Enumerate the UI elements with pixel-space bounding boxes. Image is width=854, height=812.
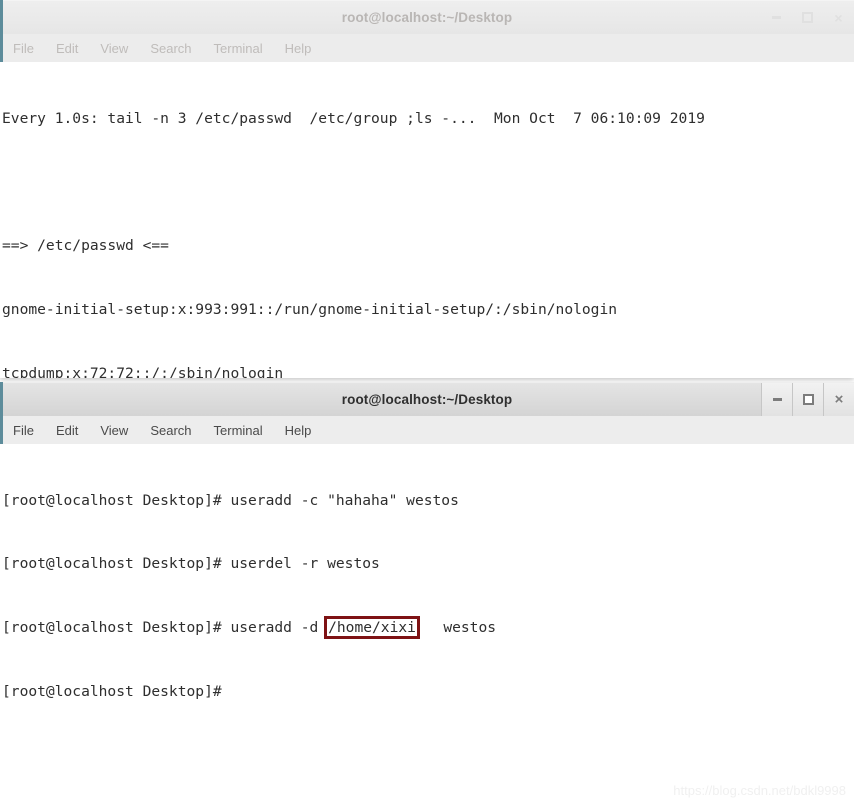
menu-item-edit[interactable]: Edit — [56, 423, 78, 438]
minimize-icon — [772, 397, 782, 401]
menu-item-help[interactable]: Help — [285, 41, 312, 56]
close-button-top[interactable]: × — [823, 1, 854, 34]
menu-item-file[interactable]: File — [13, 423, 34, 438]
terminal-output-bottom[interactable]: [root@localhost Desktop]# useradd -c "ha… — [0, 444, 854, 812]
window-controls-bottom: × — [761, 383, 854, 416]
maximize-icon — [802, 393, 814, 405]
menubar-bottom: File Edit View Search Terminal Help — [0, 416, 854, 444]
menu-item-edit[interactable]: Edit — [56, 41, 78, 56]
highlight-box-home-path: /home/xixi — [324, 616, 420, 640]
terminal-line: tcpdump:x:72:72::/:/sbin/nologin — [2, 365, 284, 378]
menu-item-help[interactable]: Help — [285, 423, 312, 438]
terminal-line: gnome-initial-setup:x:993:991::/run/gnom… — [2, 301, 618, 319]
maximize-button-top[interactable] — [792, 1, 823, 34]
menu-item-view[interactable]: View — [100, 423, 128, 438]
window-controls-top: × — [761, 1, 854, 34]
titlebar-bottom[interactable]: root@localhost:~/Desktop × — [0, 382, 854, 416]
menu-item-search[interactable]: Search — [150, 41, 191, 56]
terminal-line-prompt: [root@localhost Desktop]# — [2, 683, 222, 701]
terminal-line: Every 1.0s: tail -n 3 /etc/passwd /etc/g… — [2, 109, 705, 127]
minimize-icon — [772, 16, 781, 19]
menu-item-terminal[interactable]: Terminal — [214, 41, 263, 56]
terminal-line: [root@localhost Desktop]# useradd -c "ha… — [2, 491, 459, 509]
terminal-window-top[interactable]: root@localhost:~/Desktop × File Edit Vie… — [0, 0, 854, 378]
terminal-output-top[interactable]: Every 1.0s: tail -n 3 /etc/passwd /etc/g… — [0, 62, 854, 378]
minimize-button-bottom[interactable] — [761, 383, 792, 416]
terminal-window-bottom[interactable]: root@localhost:~/Desktop × File Edit Vie… — [0, 382, 854, 812]
maximize-button-bottom[interactable] — [792, 383, 823, 416]
line-prefix: [root@localhost Desktop]# useradd -d — [2, 619, 328, 637]
window-title-top: root@localhost:~/Desktop — [341, 10, 513, 25]
terminal-line: [root@localhost Desktop]# userdel -r wes… — [2, 555, 380, 573]
window-title-bottom: root@localhost:~/Desktop — [341, 392, 513, 407]
minimize-button-top[interactable] — [761, 1, 792, 34]
terminal-line-highlighted: [root@localhost Desktop]# useradd -d /ho… — [2, 616, 854, 640]
menu-item-terminal[interactable]: Terminal — [214, 423, 263, 438]
close-icon: × — [834, 390, 844, 408]
menubar-top: File Edit View Search Terminal Help — [0, 34, 854, 62]
titlebar-top[interactable]: root@localhost:~/Desktop × — [0, 0, 854, 34]
menu-item-file[interactable]: File — [13, 41, 34, 56]
menu-item-search[interactable]: Search — [150, 423, 191, 438]
close-button-bottom[interactable]: × — [823, 383, 854, 416]
maximize-icon — [802, 12, 813, 23]
terminal-line: ==> /etc/passwd <== — [2, 237, 169, 255]
line-suffix: westos — [416, 619, 497, 637]
menu-item-view[interactable]: View — [100, 41, 128, 56]
close-icon: × — [834, 9, 843, 26]
watermark: https://blog.csdn.net/bdkl9998 — [673, 783, 846, 798]
